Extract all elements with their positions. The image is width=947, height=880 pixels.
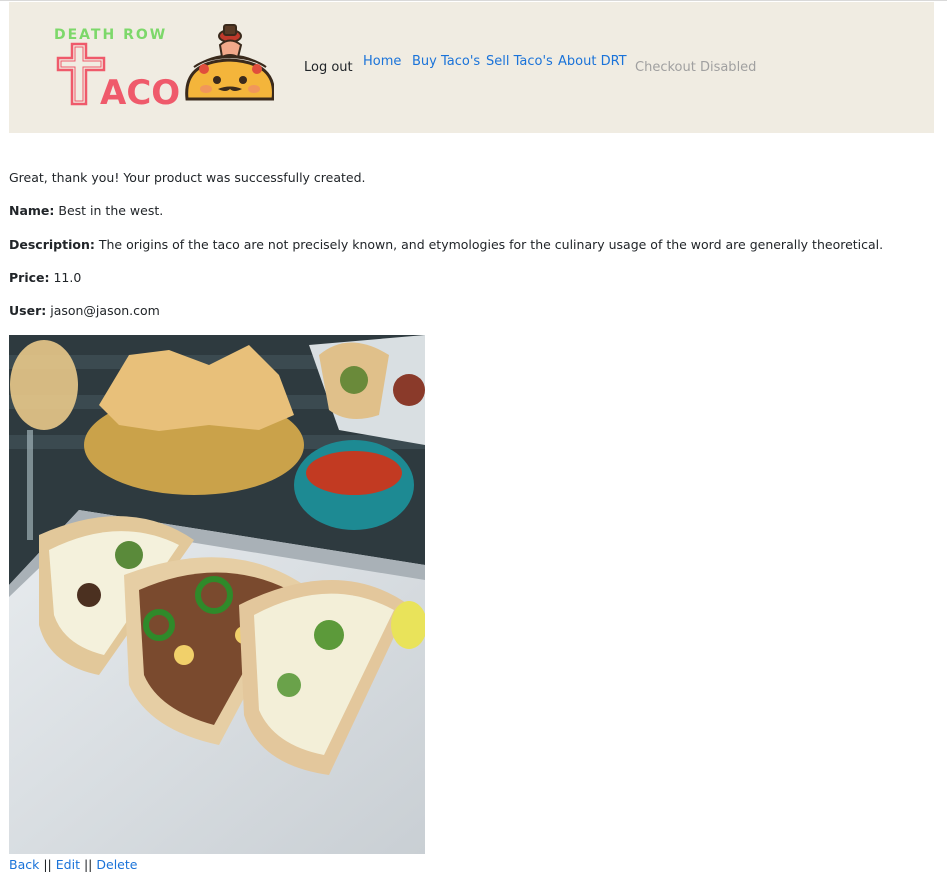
top-border xyxy=(0,0,947,1)
product-image xyxy=(9,335,425,854)
logo-text-death-row: DEATH ROW xyxy=(54,27,167,43)
taco-mascot-icon xyxy=(185,24,274,101)
nav-about-link[interactable]: About DRT xyxy=(558,54,627,69)
site-logo[interactable]: DEATH ROW ACO xyxy=(54,22,274,110)
back-link[interactable]: Back xyxy=(9,857,39,872)
user-label: User: xyxy=(9,303,47,318)
product-name: Best in the west. xyxy=(58,203,164,218)
product-description: The origins of the taco are not precisel… xyxy=(98,237,884,252)
success-notice: Great, thank you! Your product was succe… xyxy=(9,170,366,185)
separator: || xyxy=(83,857,93,872)
product-price: 11.0 xyxy=(53,270,82,285)
delete-link[interactable]: Delete xyxy=(96,857,137,872)
logout-link[interactable]: Log out xyxy=(304,60,353,75)
product-user: jason@jason.com xyxy=(50,303,160,318)
nav-home-link[interactable]: Home xyxy=(363,54,401,69)
separator: || xyxy=(43,857,52,872)
nav-buy-tacos-link[interactable]: Buy Taco's xyxy=(412,54,480,69)
product-price-row: Price: 11.0 xyxy=(9,270,81,285)
product-description-row: Description: The origins of the taco are… xyxy=(9,237,883,252)
cross-icon xyxy=(56,42,106,106)
nav-sell-tacos-link[interactable]: Sell Taco's xyxy=(486,54,553,69)
description-label: Description: xyxy=(9,237,95,252)
price-label: Price: xyxy=(9,270,50,285)
product-user-row: User: jason@jason.com xyxy=(9,303,160,318)
logo-text-taco: ACO xyxy=(100,73,180,110)
checkout-disabled-text: Checkout Disabled xyxy=(635,60,757,75)
product-name-row: Name: Best in the west. xyxy=(9,203,163,218)
edit-link[interactable]: Edit xyxy=(56,857,80,872)
name-label: Name: xyxy=(9,203,55,218)
action-links: Back || Edit || Delete xyxy=(9,857,137,872)
navbar: DEATH ROW ACO Log out Home Buy Taco's Se… xyxy=(9,2,934,133)
